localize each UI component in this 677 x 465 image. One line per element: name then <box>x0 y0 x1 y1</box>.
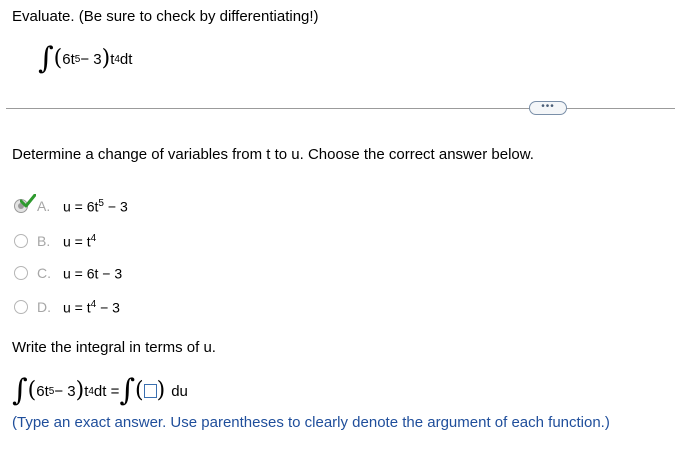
instruction-text: Evaluate. (Be sure to check by different… <box>12 8 319 25</box>
answer-integral-sign: ∫ <box>119 373 135 408</box>
option-d[interactable]: D. u = t4 − 3 <box>14 297 120 317</box>
integral-sign: ∫ <box>12 373 28 408</box>
hint-text: (Type an exact answer. Use parentheses t… <box>12 414 610 431</box>
integral-sign: ∫ <box>38 41 54 76</box>
option-a-letter: A. <box>37 198 51 214</box>
answer-close-paren: ) <box>156 378 166 403</box>
option-c[interactable]: C. u = 6t − 3 <box>14 263 122 283</box>
close-paren: ) <box>101 46 111 71</box>
answer-open-paren: ( <box>135 378 144 403</box>
option-b[interactable]: B. u = t4 <box>14 231 96 251</box>
inner-rest: − 3 <box>54 382 76 400</box>
checkmark-icon <box>20 194 36 208</box>
question-integral: ∫ ( 6t 5 − 3 ) t 4 dt <box>38 44 132 74</box>
differential: dt <box>119 50 133 68</box>
option-c-letter: C. <box>37 265 51 281</box>
inner-rest: − 3 <box>80 50 102 68</box>
option-d-radio[interactable] <box>14 300 28 314</box>
option-a-value: u = 6t5 − 3 <box>63 197 128 215</box>
part2-prompt: Write the integral in terms of u. <box>12 339 216 356</box>
option-b-value: u = t4 <box>63 232 97 250</box>
inner-base: 6t <box>36 382 49 400</box>
option-a[interactable]: A. u = 6t5 − 3 <box>14 194 128 216</box>
close-paren: ) <box>75 378 85 403</box>
option-b-radio[interactable] <box>14 234 28 248</box>
equals-text: dt = <box>93 382 120 400</box>
option-d-letter: D. <box>37 299 51 315</box>
more-options-button[interactable]: ••• <box>529 101 567 115</box>
part1-prompt: Determine a change of variables from t t… <box>12 146 534 163</box>
option-c-value: u = 6t − 3 <box>63 265 123 282</box>
inner-base: 6t <box>62 50 75 68</box>
answer-integral: ∫ ( 6t 5 − 3 ) t 4 dt = ∫ ( ) du <box>12 376 188 406</box>
answer-input[interactable] <box>143 384 157 398</box>
open-paren: ( <box>53 46 63 71</box>
section-divider <box>6 108 675 109</box>
option-c-radio[interactable] <box>14 266 28 280</box>
option-d-value: u = t4 − 3 <box>63 298 120 316</box>
du-text: du <box>171 382 188 400</box>
open-paren: ( <box>27 378 37 403</box>
option-b-letter: B. <box>37 233 51 249</box>
